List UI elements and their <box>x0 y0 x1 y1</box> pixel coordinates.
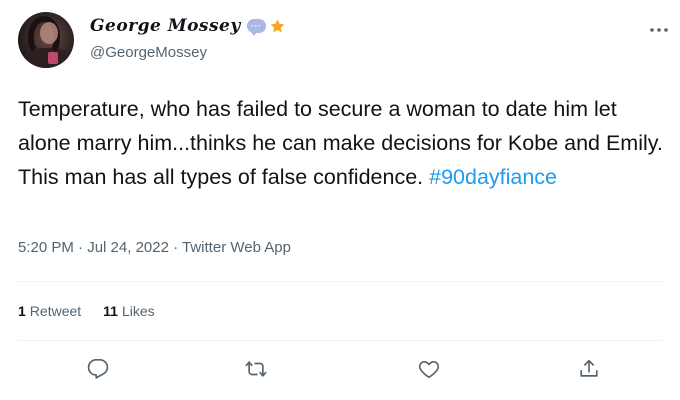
star-icon <box>270 18 285 33</box>
retweet-stat[interactable]: 1 Retweet <box>18 303 81 319</box>
share-icon <box>580 359 598 377</box>
retweet-label: Retweet <box>29 303 82 319</box>
retweet-count: 1 <box>18 303 26 319</box>
retweet-button[interactable] <box>245 358 267 380</box>
meta-separator: · <box>168 239 183 256</box>
like-count: 11 <box>103 303 118 319</box>
author-name-row: George Mossey ··· <box>90 16 286 36</box>
author-handle[interactable]: @GeorgeMossey <box>90 44 207 61</box>
like-button[interactable] <box>418 358 440 380</box>
tweet-date[interactable]: Jul 24, 2022 <box>87 239 169 256</box>
reply-icon <box>87 359 109 379</box>
speech-bubble-icon: ··· <box>246 19 266 36</box>
tweet-text: Temperature, who has failed to secure a … <box>18 92 673 194</box>
avatar[interactable] <box>18 12 74 68</box>
divider <box>18 340 662 341</box>
share-button[interactable] <box>578 358 600 380</box>
tweet-source[interactable]: Twitter Web App <box>182 239 291 256</box>
retweet-icon <box>245 361 267 377</box>
tweet-meta: 5:20 PM · Jul 24, 2022 · Twitter Web App <box>18 239 291 256</box>
meta-separator: · <box>73 239 88 256</box>
like-label: Likes <box>121 303 155 319</box>
like-icon <box>418 361 440 379</box>
hashtag-link[interactable]: #90dayfiance <box>429 165 557 189</box>
divider <box>18 281 662 282</box>
tweet-body: Temperature, who has failed to secure a … <box>18 97 663 189</box>
tweet-time[interactable]: 5:20 PM <box>18 239 74 256</box>
more-options-icon[interactable] <box>648 22 670 38</box>
like-stat[interactable]: 11 Likes <box>103 303 155 319</box>
engagement-stats: 1 Retweet 11 Likes <box>18 303 177 319</box>
reply-button[interactable] <box>87 358 109 380</box>
display-name[interactable]: George Mossey <box>90 16 241 36</box>
tweet-card: George Mossey ··· @GeorgeMossey Temperat… <box>0 0 680 400</box>
